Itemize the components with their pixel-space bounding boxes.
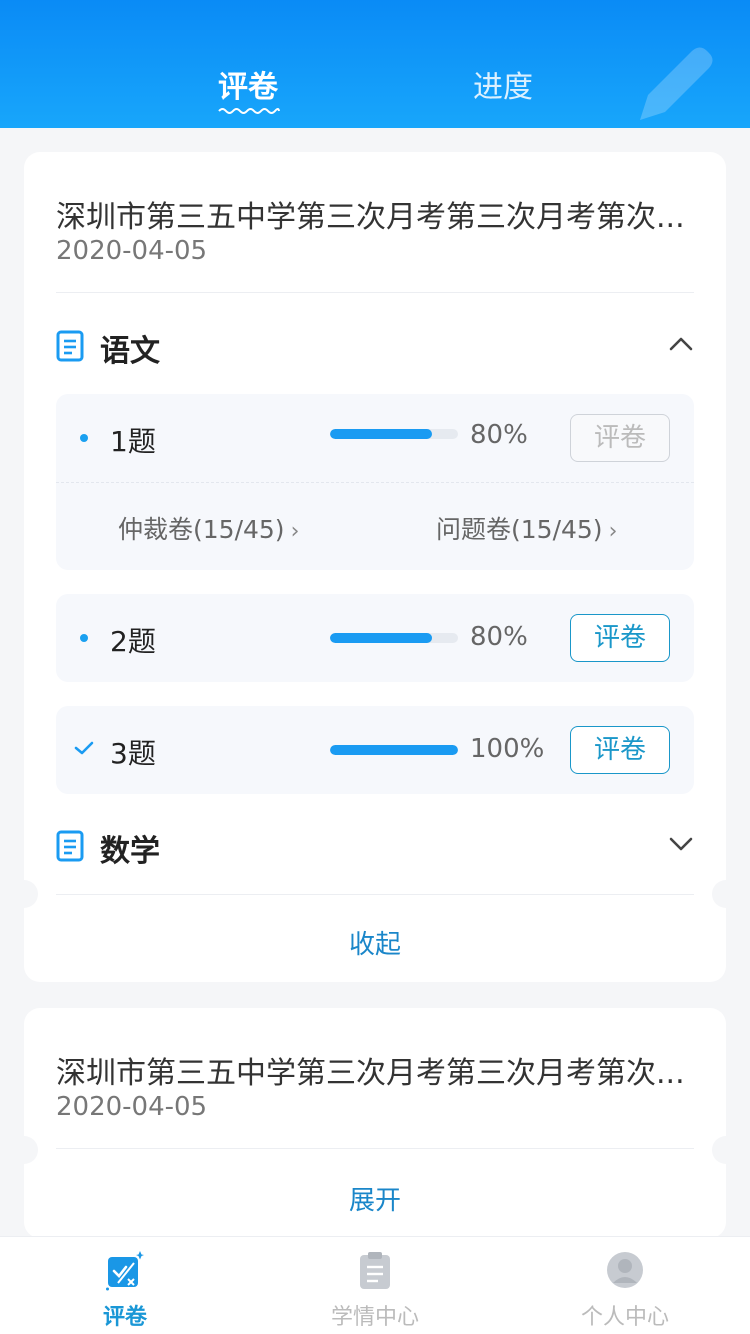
progress-percent: 80% — [470, 622, 528, 652]
exam-card: 深圳市第三五中学第三次月考第三次月考第次... 2020-04-05 展开 — [10, 1008, 740, 1238]
tab-progress[interactable]: 进度 — [473, 62, 533, 106]
progress-bar — [330, 633, 458, 643]
chevron-up-icon[interactable] — [668, 334, 694, 354]
subject-name: 数学 — [100, 834, 160, 869]
nav-label: 个人中心 — [580, 1305, 669, 1330]
link-label: 问题卷(15/45) — [436, 515, 603, 544]
arbitration-papers-link[interactable]: 仲裁卷(15/45) › — [118, 510, 299, 546]
exam-title[interactable]: 深圳市第三五中学第三次月考第三次月考第次... — [56, 192, 696, 236]
card-notch-right — [712, 1136, 740, 1164]
subject-row-math[interactable]: 数学 — [56, 820, 694, 870]
expand-link[interactable]: 展开 — [24, 1180, 726, 1217]
progress-fill — [330, 745, 458, 755]
chevron-down-icon[interactable] — [668, 834, 694, 854]
question-item: 1题 80% 评卷 仲裁卷(15/45) › 问题卷(15/45) › — [56, 394, 694, 570]
progress-percent: 100% — [470, 734, 545, 764]
checkmark-icon — [74, 741, 94, 755]
progress-fill — [330, 633, 433, 643]
bottom-nav: 评卷 学情中心 个人中心 — [0, 1236, 750, 1334]
question-label: 1题 — [110, 425, 156, 458]
divider-dashed — [56, 482, 694, 483]
document-icon — [56, 830, 84, 862]
nav-label: 评卷 — [102, 1305, 147, 1330]
grading-icon — [106, 1251, 144, 1291]
link-label: 仲裁卷(15/45) — [118, 515, 285, 544]
active-tab-indicator — [218, 108, 280, 114]
divider — [56, 894, 694, 895]
grade-button[interactable]: 评卷 — [570, 614, 670, 662]
grade-button-disabled[interactable]: 评卷 — [570, 414, 670, 462]
exam-date: 2020-04-05 — [56, 236, 208, 266]
exam-date: 2020-04-05 — [56, 1092, 208, 1122]
status-dot — [80, 434, 88, 442]
nav-item-profile[interactable]: 个人中心 — [500, 1237, 750, 1334]
status-dot — [80, 634, 88, 642]
progress-bar — [330, 429, 458, 439]
nav-item-grading[interactable]: 评卷 — [0, 1237, 250, 1334]
pencil-icon — [640, 47, 713, 120]
user-icon — [607, 1252, 643, 1288]
subject-name: 语文 — [100, 334, 160, 369]
nav-item-learning-center[interactable]: 学情中心 — [250, 1237, 500, 1334]
clipboard-icon — [360, 1252, 390, 1289]
question-label: 3题 — [110, 737, 156, 770]
divider — [56, 1148, 694, 1149]
card-notch-left — [10, 880, 38, 908]
exam-title[interactable]: 深圳市第三五中学第三次月考第三次月考第次... — [56, 1048, 696, 1092]
progress-percent: 80% — [470, 420, 528, 450]
problem-papers-link[interactable]: 问题卷(15/45) › — [436, 510, 617, 546]
chevron-right-icon: › — [608, 519, 618, 544]
question-item: 2题 80% 评卷 — [56, 594, 694, 682]
progress-fill — [330, 429, 433, 439]
card-notch-right — [712, 880, 740, 908]
question-label: 2题 — [110, 625, 156, 658]
divider — [56, 292, 694, 293]
chevron-right-icon: › — [290, 519, 300, 544]
nav-label: 学情中心 — [330, 1305, 419, 1330]
card-notch-left — [10, 1136, 38, 1164]
tab-grading[interactable]: 评卷 — [218, 62, 278, 106]
subject-row-chinese[interactable]: 语文 — [56, 320, 694, 370]
progress-bar — [330, 745, 458, 755]
collapse-link[interactable]: 收起 — [24, 924, 726, 961]
document-icon — [56, 330, 84, 362]
exam-card: 深圳市第三五中学第三次月考第三次月考第次... 2020-04-05 语文 1题… — [10, 152, 740, 982]
question-item: 3题 100% 评卷 — [56, 706, 694, 794]
grade-button[interactable]: 评卷 — [570, 726, 670, 774]
top-header: 评卷 进度 — [0, 0, 750, 128]
